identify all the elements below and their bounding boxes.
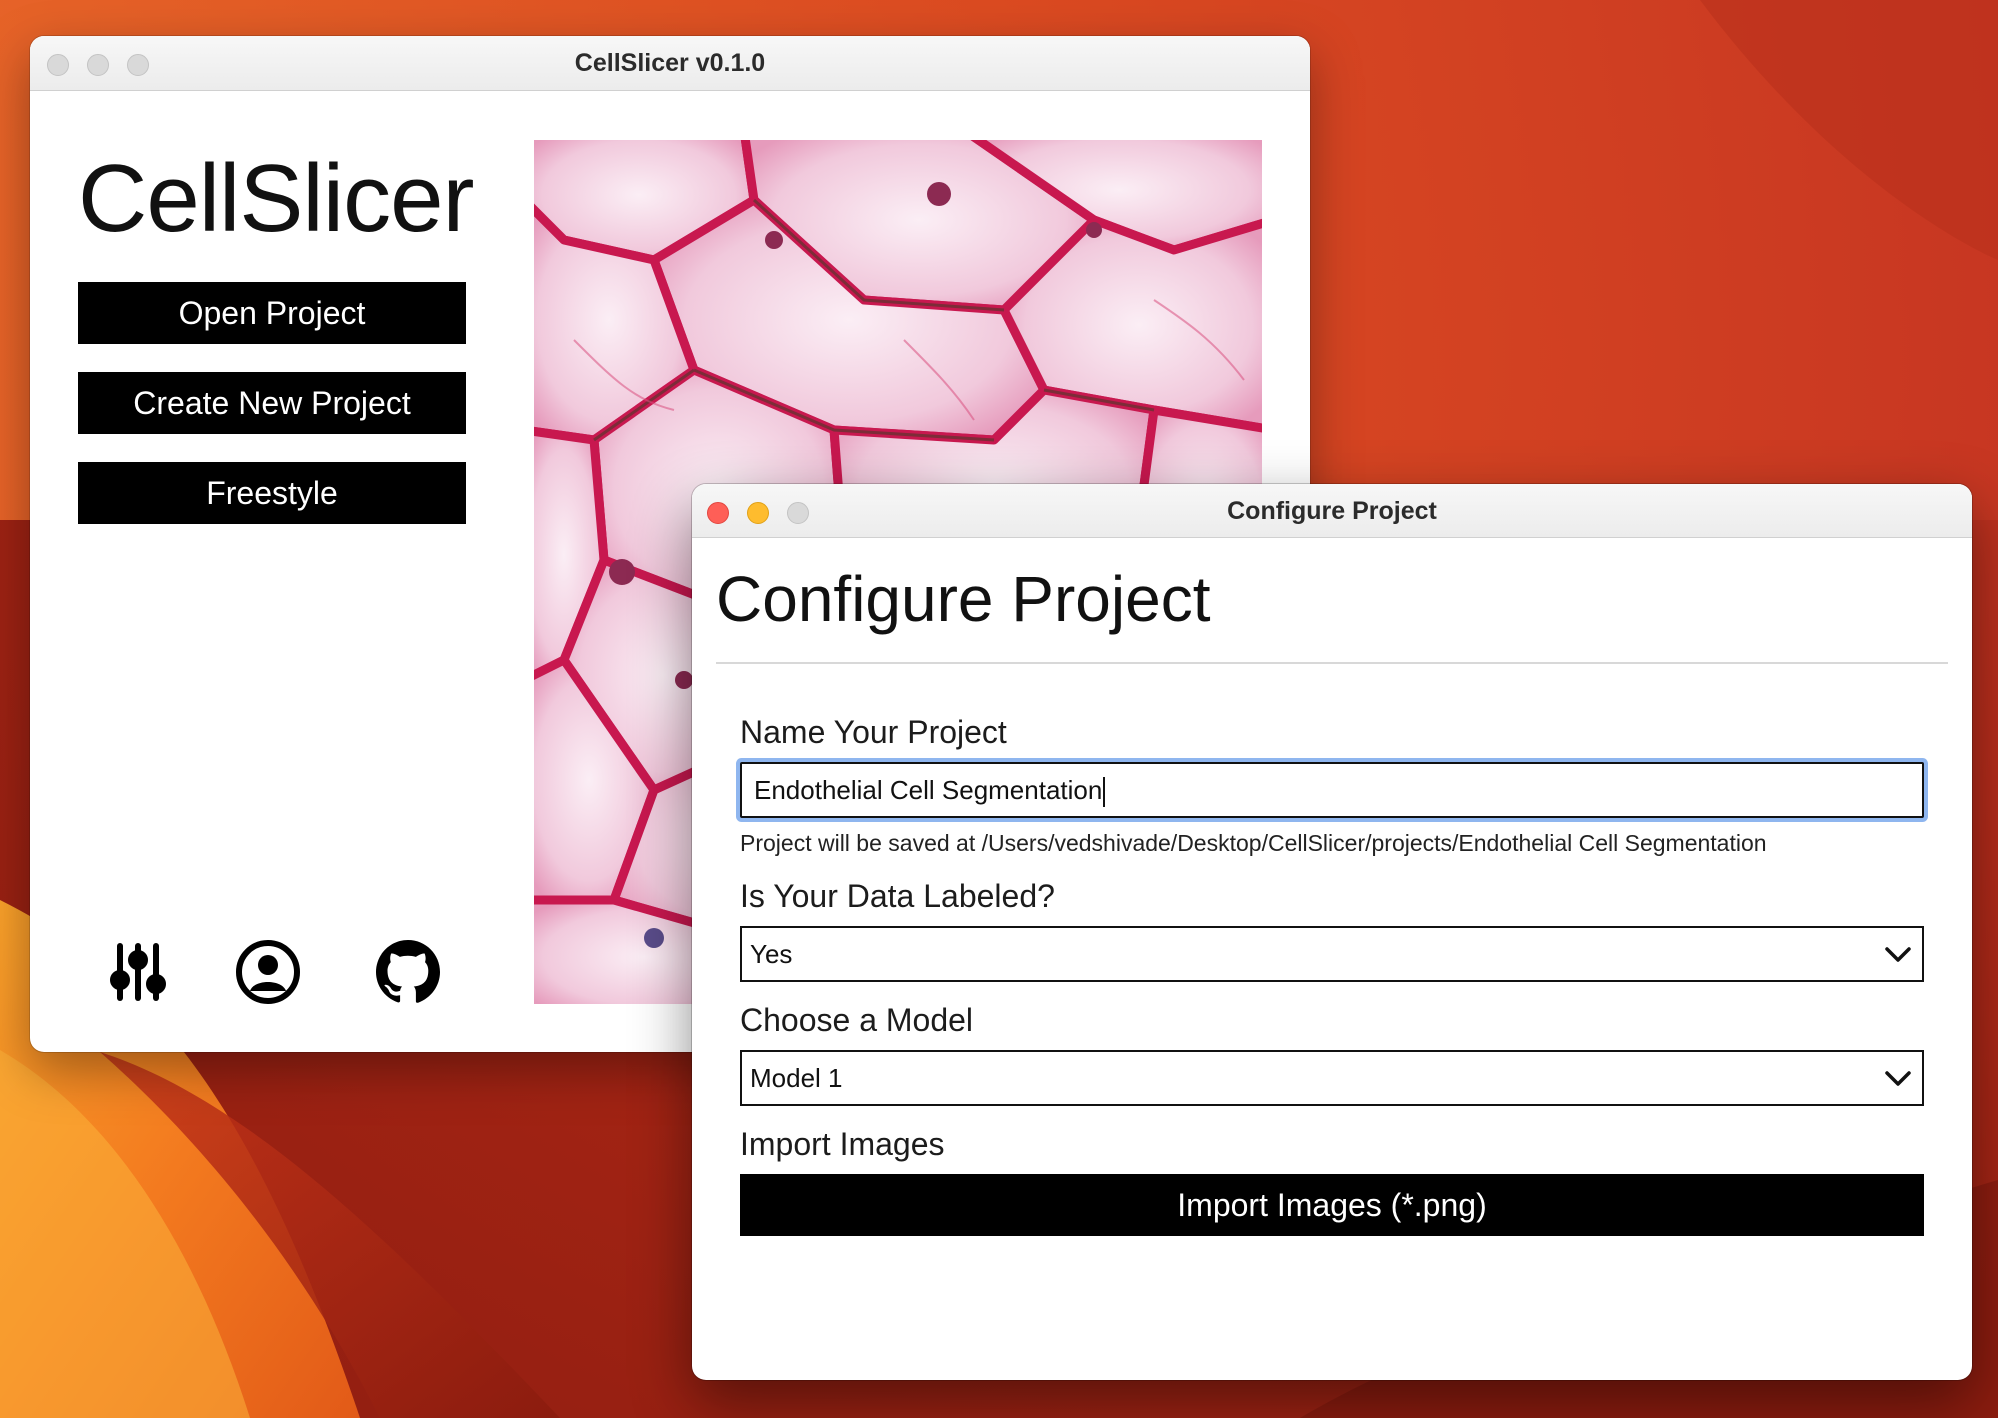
config-window-title: Configure Project xyxy=(1227,497,1437,525)
main-titlebar: CellSlicer v0.1.0 xyxy=(30,36,1310,91)
create-new-project-button[interactable]: Create New Project xyxy=(78,372,466,434)
app-title: CellSlicer xyxy=(78,145,474,252)
data-labeled-select[interactable]: Yes xyxy=(740,926,1924,982)
import-images-label: Import Images xyxy=(740,1126,945,1162)
data-labeled-value: Yes xyxy=(750,939,793,969)
model-select[interactable]: Model 1 xyxy=(740,1050,1924,1106)
chevron-down-icon xyxy=(1885,1071,1911,1086)
model-value: Model 1 xyxy=(750,1063,843,1093)
save-path-hint: Project will be saved at /Users/vedshiva… xyxy=(740,830,1767,856)
text-caret xyxy=(1103,777,1106,808)
project-name-value: Endothelial Cell Segmentation xyxy=(754,775,1103,805)
import-images-button[interactable]: Import Images (*.png) xyxy=(740,1174,1924,1236)
model-label: Choose a Model xyxy=(740,1002,974,1038)
page-title: Configure Project xyxy=(716,563,1211,635)
data-labeled-label: Is Your Data Labeled? xyxy=(740,878,1055,914)
project-name-label: Name Your Project xyxy=(740,714,1007,750)
configure-project-window: Configure Project Configure Project Name… xyxy=(692,484,1972,1380)
open-project-button[interactable]: Open Project xyxy=(78,282,466,344)
heading-divider xyxy=(716,662,1948,664)
project-name-field[interactable]: Endothelial Cell Segmentation xyxy=(740,762,1924,818)
config-titlebar: Configure Project xyxy=(692,484,1972,538)
freestyle-button[interactable]: Freestyle xyxy=(78,462,466,524)
github-icon[interactable] xyxy=(372,936,444,1008)
settings-sliders-icon[interactable] xyxy=(102,936,174,1008)
main-window-title: CellSlicer v0.1.0 xyxy=(574,49,766,77)
account-icon[interactable] xyxy=(232,936,304,1008)
chevron-down-icon xyxy=(1885,947,1911,962)
